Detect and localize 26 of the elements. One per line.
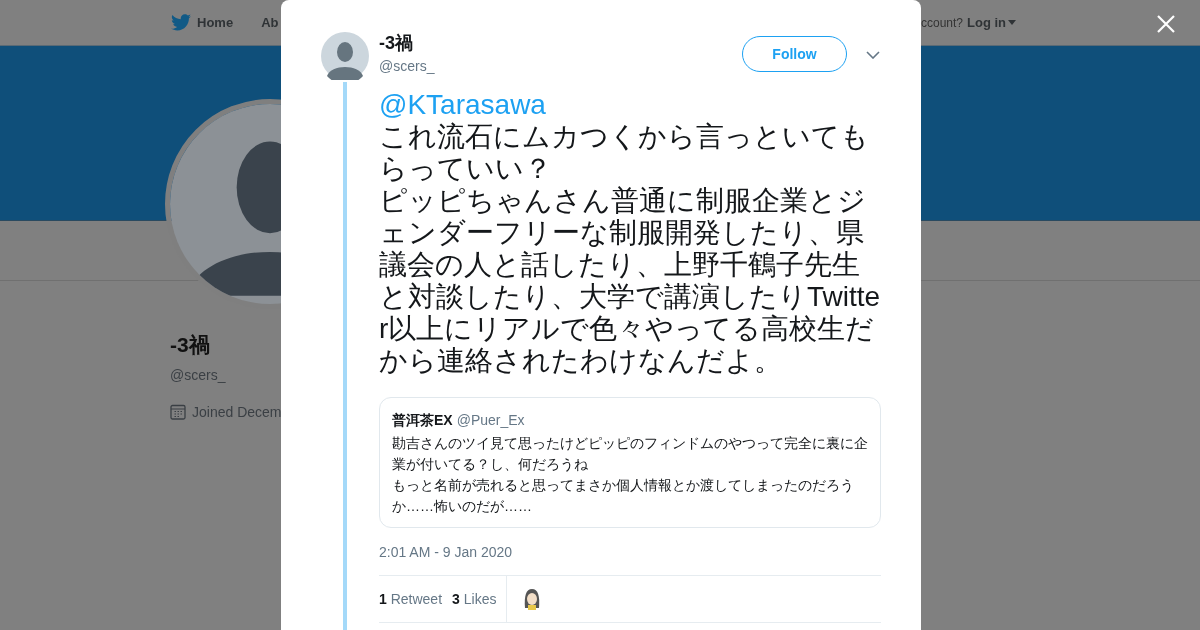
author-handle[interactable]: @scers_ bbox=[379, 56, 435, 77]
login-button[interactable]: Log in bbox=[967, 12, 1016, 33]
quoted-tweet-text: 勘吉さんのツイ見て思ったけどピッピのフィンドムのやつって完全に裏に企業が付いてる？し、何だろうね bbox=[392, 434, 868, 474]
quoted-tweet[interactable]: 普洱茶EX @Puer_Ex 勘吉さんのツイ見て思ったけどピッピのフィンドムのやつって完全に裏に企業が付いてる？し、何だろうね もっと名前が売れると思ってまさか個人情報とか渡してしまったのだろうか……怖いのだが…… bbox=[379, 397, 881, 528]
tweet-text: これ流石にムカつくから言っといてもらっていい？ bbox=[379, 121, 870, 185]
stat-link[interactable]: 3 Likes bbox=[452, 588, 497, 610]
timestamp: 2:01 AM - 9 Jan 2020 bbox=[379, 543, 514, 562]
avatar-icon bbox=[321, 32, 369, 80]
calendar-icon bbox=[170, 404, 186, 420]
chevron-icon[interactable] bbox=[866, 51, 880, 59]
quoted-tweet-text: もっと名前が売れると思ってまさか個人情報とか渡してしまったのだろうか……怖いのだが…… bbox=[392, 476, 855, 516]
liker-avatar-icon[interactable] bbox=[523, 588, 542, 610]
caret-icon bbox=[1008, 20, 1016, 25]
joined-date: Joined Decem bbox=[192, 402, 282, 422]
nav-link[interactable]: Ab bbox=[261, 12, 279, 33]
profile-name: -3禍 bbox=[170, 332, 210, 358]
quoted-author-name: 普洱茶EX bbox=[392, 411, 453, 430]
close-icon bbox=[1157, 15, 1175, 33]
account-prompt: ccount? bbox=[920, 14, 963, 32]
profile-handle: @scers_ bbox=[170, 365, 226, 385]
quoted-author-handle: @Puer_Ex bbox=[456, 411, 525, 430]
stat-link[interactable]: 1 Retweet bbox=[379, 588, 443, 610]
nav-link[interactable]: Home bbox=[197, 12, 234, 33]
mention-link[interactable]: @KTarasawa bbox=[379, 89, 546, 121]
author-name[interactable]: -3禍 bbox=[379, 32, 435, 54]
tweet-text: ピッピちゃんさん普通に制服企業とジェンダーフリーな制服開発したり、県議会の人と話したり、上野千鶴子先生と対談したり、大学で講演したりTwitter以上にリアルで色々やってる高校生だから連絡されたわけなんだよ。 bbox=[379, 185, 881, 377]
